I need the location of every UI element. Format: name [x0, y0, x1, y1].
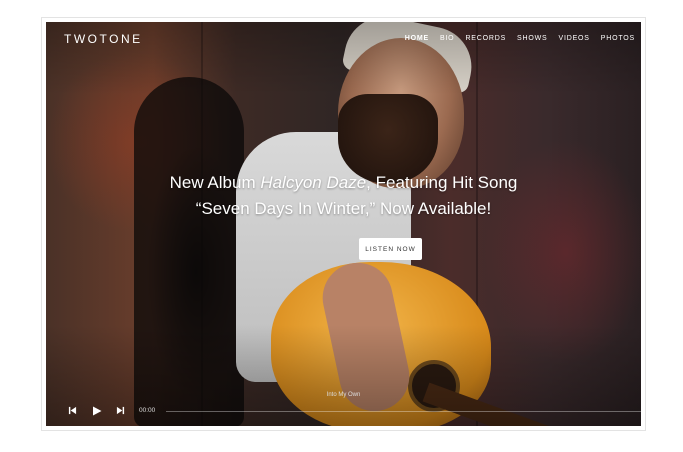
- headline-part1: New Album: [169, 173, 261, 192]
- site-logo[interactable]: TWOTONE: [64, 32, 143, 46]
- nav-item-shows[interactable]: SHOWS: [517, 35, 547, 42]
- previous-icon[interactable]: [68, 406, 77, 417]
- nav-item-videos[interactable]: VIDEOS: [559, 35, 590, 42]
- play-icon-glyph: [93, 406, 102, 416]
- progress-bar[interactable]: [166, 411, 641, 412]
- nav-item-home[interactable]: HOME: [405, 35, 429, 42]
- nav-item-photos[interactable]: PHOTOS: [601, 35, 635, 42]
- track-title: Into My Own: [326, 392, 361, 398]
- screenshot-frame: TWOTONE HOME BIO RECORDS SHOWS VIDEOS PH…: [41, 17, 646, 431]
- headline-album-title: Halcyon Daze: [260, 173, 367, 192]
- nav-item-records[interactable]: RECORDS: [465, 35, 506, 42]
- listen-now-button[interactable]: LISTEN NOW: [359, 238, 422, 260]
- previous-icon-glyph: [68, 406, 77, 415]
- audio-player: Into My Own 00:00: [46, 392, 641, 426]
- headline-part2: , Featuring Hit Song: [366, 173, 518, 192]
- hero-vignette: [46, 22, 641, 426]
- next-icon-glyph: [116, 406, 125, 415]
- nav-item-bio[interactable]: BIO: [440, 35, 454, 42]
- hero-headline-line2: “Seven Days In Winter,” Now Available!: [195, 199, 492, 218]
- hero-headline: New Album Halcyon Daze, Featuring Hit So…: [46, 170, 641, 222]
- hero-headline-line1: New Album Halcyon Daze, Featuring Hit So…: [46, 170, 641, 196]
- main-nav: HOME BIO RECORDS SHOWS VIDEOS PHOTOS: [405, 35, 635, 42]
- time-display: 00:00: [139, 407, 156, 414]
- hero-section: TWOTONE HOME BIO RECORDS SHOWS VIDEOS PH…: [46, 22, 641, 426]
- next-icon[interactable]: [116, 406, 125, 417]
- play-icon[interactable]: [92, 406, 102, 418]
